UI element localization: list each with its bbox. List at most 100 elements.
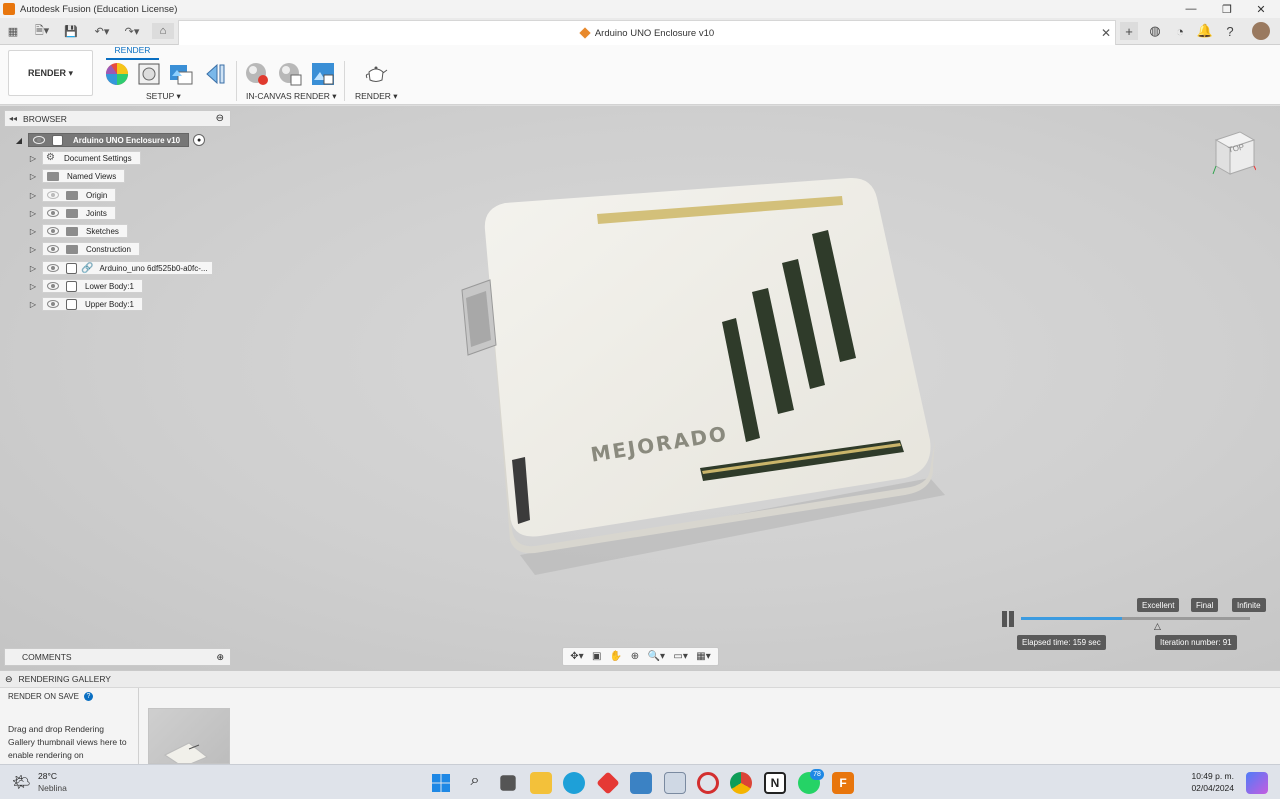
grid-settings-icon[interactable]: ▦▾ (696, 651, 710, 662)
tree-item[interactable]: ▷ Named Views (28, 169, 126, 183)
job-status-icon[interactable]: ◔ (1171, 22, 1189, 40)
add-comment-icon[interactable]: ⊕ (216, 652, 224, 663)
close-tab-icon[interactable]: ✕ (1101, 26, 1111, 40)
edge-icon[interactable] (563, 772, 585, 794)
scene-settings-icon[interactable] (137, 62, 161, 86)
pan-icon[interactable]: ✋ (610, 651, 622, 662)
chrome-icon[interactable] (730, 772, 752, 794)
help-icon[interactable]: ? (1221, 22, 1239, 40)
root-label: Arduino UNO Enclosure v10 (73, 135, 181, 145)
rendering-gallery-header[interactable]: ⊖ RENDERING GALLERY (0, 670, 1280, 688)
in-canvas-render-settings-icon[interactable] (278, 62, 302, 86)
comments-panel[interactable]: COMMENTS ⊕ (4, 648, 231, 666)
restore-button[interactable]: ❐ (1212, 0, 1242, 18)
clock-time[interactable]: 10:49 p. m. (1180, 771, 1234, 781)
notifications-icon[interactable]: 🔔 (1196, 22, 1214, 40)
minimize-button[interactable]: — (1176, 0, 1206, 18)
opera-icon[interactable] (697, 772, 719, 794)
decal-icon[interactable] (169, 62, 193, 86)
fit-icon[interactable]: 🔍▾ (648, 651, 665, 662)
home-icon[interactable]: ⌂ (152, 23, 174, 39)
collapse-icon[interactable]: ⊖ (5, 674, 13, 685)
visibility-icon[interactable] (33, 136, 45, 144)
expand-arrow-icon[interactable]: ▷ (28, 171, 38, 181)
close-window-button[interactable]: ✕ (1246, 0, 1276, 18)
visibility-icon[interactable] (47, 300, 59, 308)
workspace-switcher[interactable]: RENDER ▾ (8, 50, 93, 96)
visibility-icon[interactable] (47, 227, 59, 235)
tree-item[interactable]: ▷ ⚙ Document Settings (28, 151, 141, 165)
expand-arrow-icon[interactable]: ▷ (28, 299, 38, 309)
redo-icon[interactable]: ↷▾ (120, 23, 144, 39)
tree-item-label: Sketches (86, 226, 119, 236)
extensions-icon[interactable]: ◍ (1146, 22, 1164, 40)
in-canvas-render-group-label[interactable]: IN-CANVAS RENDER ▾ (246, 91, 337, 102)
weather-temp[interactable]: 28°C (38, 771, 57, 781)
help-icon[interactable]: ? (83, 692, 93, 701)
undo-icon[interactable]: ↶▾ (90, 23, 114, 39)
weather-icon[interactable]: 🌤 (12, 773, 32, 791)
file-menu-icon[interactable]: 🗎▾ (30, 23, 54, 39)
setup-group-label[interactable]: SETUP ▾ (146, 91, 181, 102)
visibility-icon[interactable] (47, 209, 59, 217)
weather-description[interactable]: Neblina (38, 783, 67, 793)
expand-arrow-icon[interactable]: ▷ (28, 190, 38, 200)
pause-render-button[interactable] (1002, 611, 1016, 627)
tree-item-label: Origin (86, 190, 108, 200)
look-at-icon[interactable]: ▣ (592, 651, 601, 662)
tree-item[interactable]: ▷ 🔗 Arduino_uno 6df525b0-a0fc-... (28, 261, 213, 275)
render-teapot-icon[interactable] (364, 62, 388, 86)
store-icon[interactable] (630, 772, 652, 794)
visibility-icon[interactable] (47, 282, 59, 290)
visibility-icon[interactable] (47, 191, 59, 199)
appearance-icon[interactable] (105, 62, 129, 86)
task-view-icon[interactable] (500, 775, 516, 791)
texture-map-icon[interactable] (203, 62, 227, 86)
tree-item[interactable]: ▷ Construction (28, 242, 140, 256)
tree-item[interactable]: ▷ Sketches (28, 224, 128, 238)
in-canvas-render-icon[interactable] (245, 62, 269, 86)
collapse-arrow-icon[interactable]: ◢ (14, 135, 24, 145)
expand-arrow-icon[interactable]: ▷ (28, 281, 38, 291)
avatar[interactable] (1252, 22, 1270, 40)
expand-arrow-icon[interactable]: ▷ (28, 226, 38, 236)
tree-root[interactable]: ◢ Arduino UNO Enclosure v10 ● (14, 133, 206, 147)
expand-arrow-icon[interactable]: ▷ (28, 244, 38, 254)
expand-arrow-icon[interactable]: ▷ (28, 208, 38, 218)
canvas-viewport[interactable]: MEJORADO (0, 106, 1280, 670)
visibility-icon[interactable] (47, 264, 59, 272)
windows-start-icon[interactable] (430, 772, 452, 794)
document-tab[interactable]: Arduino UNO Enclosure v10 ✕ (178, 20, 1116, 45)
copilot-icon[interactable] (1246, 772, 1268, 794)
new-tab-icon[interactable]: + (1120, 22, 1138, 40)
tree-item[interactable]: ▷ Joints (28, 206, 116, 220)
capture-image-icon[interactable] (311, 62, 335, 86)
notion-icon[interactable]: N (764, 772, 786, 794)
fusion-app-icon[interactable]: F (832, 772, 854, 794)
app-grid-icon[interactable]: ▦ (6, 23, 20, 39)
visibility-icon[interactable] (47, 245, 59, 253)
fusion-taskbar-icon[interactable] (664, 772, 686, 794)
collapse-icon[interactable]: ◂◂ (9, 114, 17, 123)
tree-item[interactable]: ▷ Upper Body:1 (28, 297, 143, 311)
render-group-label[interactable]: RENDER ▾ (355, 91, 398, 102)
quality-marker-icon[interactable]: △ (1154, 621, 1161, 632)
activate-radio-icon[interactable]: ● (193, 134, 206, 146)
search-icon[interactable]: ⌕ (464, 772, 486, 794)
zoom-icon[interactable]: ⊕ (631, 651, 639, 662)
app-diamond-icon[interactable] (596, 771, 620, 795)
save-icon[interactable]: 💾 (64, 23, 78, 39)
browser-panel-header[interactable]: ◂◂ BROWSER ⊖ (4, 110, 231, 127)
tab-render[interactable]: RENDER (106, 45, 159, 60)
clock-date[interactable]: 02/04/2024 (1180, 783, 1234, 793)
orbit-icon[interactable]: ✥▾ (570, 651, 583, 662)
expand-arrow-icon[interactable]: ▷ (28, 153, 38, 163)
enclosure-model[interactable] (0, 106, 1280, 670)
expand-arrow-icon[interactable]: ▷ (28, 263, 38, 273)
file-explorer-icon[interactable] (530, 772, 552, 794)
browser-pin-icon[interactable]: ⊖ (216, 113, 224, 124)
display-settings-icon[interactable]: ▭▾ (673, 651, 687, 662)
render-thumbnail[interactable] (148, 708, 230, 764)
tree-item[interactable]: ▷ Origin (28, 188, 117, 202)
tree-item[interactable]: ▷ Lower Body:1 (28, 279, 143, 293)
